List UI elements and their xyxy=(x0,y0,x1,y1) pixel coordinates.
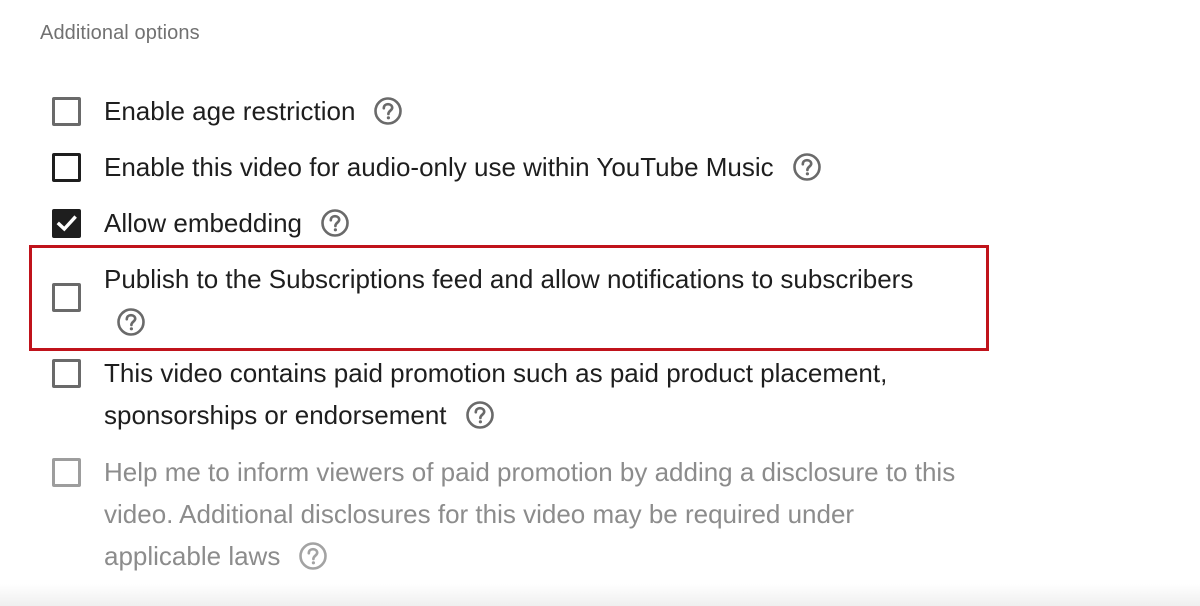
help-circle-icon[interactable] xyxy=(298,541,328,571)
scroll-shadow xyxy=(0,584,1200,606)
age-restriction-checkbox[interactable] xyxy=(52,97,81,126)
disclosure-label-line-1: Help me to inform viewers of paid promot… xyxy=(104,457,956,487)
help-circle-icon[interactable] xyxy=(320,208,350,238)
disclosure-label-line-2: video. Additional disclosures for this v… xyxy=(104,499,855,529)
disclosure-checkbox[interactable] xyxy=(52,458,81,487)
section-title: Additional options xyxy=(40,22,200,44)
allow-embedding-label: Allow embedding xyxy=(104,208,303,238)
paid-promotion-label-line-2: sponsorships or endorsement xyxy=(104,400,447,430)
help-circle-icon[interactable] xyxy=(792,152,822,182)
allow-embedding-checkbox[interactable] xyxy=(52,209,81,238)
publish-subscriptions-checkbox[interactable] xyxy=(52,283,81,312)
audio-only-label: Enable this video for audio-only use wit… xyxy=(104,152,774,182)
audio-only-checkbox[interactable] xyxy=(52,153,81,182)
help-circle-icon[interactable] xyxy=(116,307,146,337)
paid-promotion-checkbox[interactable] xyxy=(52,359,81,388)
paid-promotion-label-line-1: This video contains paid promotion such … xyxy=(104,358,888,388)
publish-subscriptions-label: Publish to the Subscriptions feed and al… xyxy=(104,264,914,294)
disclosure-label-line-3: applicable laws xyxy=(104,541,281,571)
help-circle-icon[interactable] xyxy=(373,96,403,126)
checkmark-icon xyxy=(56,215,77,232)
age-restriction-label: Enable age restriction xyxy=(104,96,356,126)
help-circle-icon[interactable] xyxy=(465,400,495,430)
